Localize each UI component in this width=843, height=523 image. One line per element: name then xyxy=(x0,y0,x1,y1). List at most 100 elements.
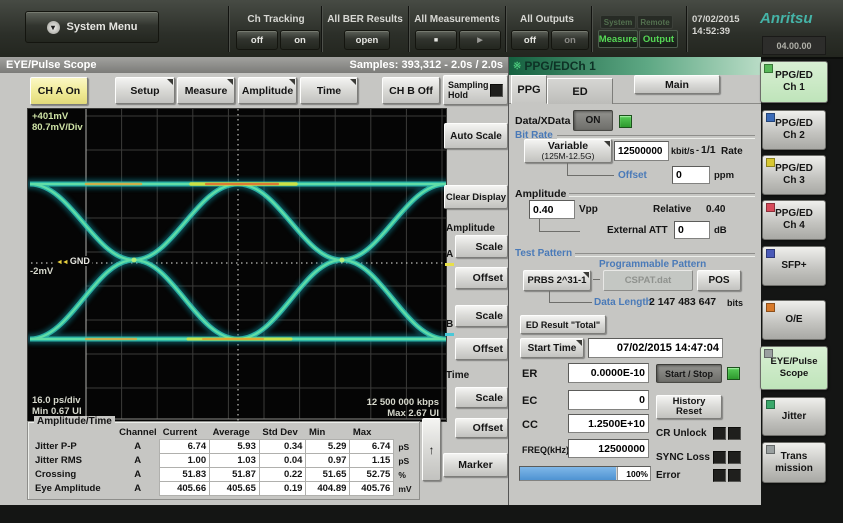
channel-grid-icon: ※ xyxy=(513,61,521,72)
amplitude-section-label: Amplitude xyxy=(515,188,566,200)
all-measurements-stop-button[interactable]: ■ xyxy=(415,30,457,50)
sidebar-item-ppg-ed-ch2[interactable]: PPG/ED Ch 2 xyxy=(762,110,826,150)
oe-color-icon xyxy=(766,303,775,312)
external-att-field[interactable]: 0 xyxy=(674,221,710,239)
samples-status: Samples: 393,312 - 2.0s / 2.0s xyxy=(350,59,504,71)
history-reset-button[interactable]: History Reset xyxy=(656,395,722,419)
time-text: 14:52:39 xyxy=(692,26,740,38)
start-time-button[interactable]: Start Time xyxy=(520,338,584,358)
setup-button[interactable]: Setup xyxy=(115,77,175,104)
scroll-up-button[interactable]: ↑ xyxy=(422,418,441,481)
cr-unlock-indicator xyxy=(713,427,726,440)
remote-indicator: Remote xyxy=(637,15,673,29)
sidebar-item-sfp[interactable]: SFP+ xyxy=(762,246,826,286)
bitrate-ratio: 1/1 xyxy=(701,144,716,156)
amplitude-offset-b-button[interactable]: Offset xyxy=(455,338,508,360)
ch1-color-icon xyxy=(764,64,773,73)
external-att-label: External ATT xyxy=(607,225,668,236)
ch-tracking-off-button[interactable]: off xyxy=(236,30,278,50)
all-ber-open-button[interactable]: open xyxy=(344,30,390,50)
measure-button[interactable]: Measure xyxy=(177,77,235,104)
clear-display-button[interactable]: Clear Display xyxy=(444,185,508,209)
error-label: Error xyxy=(656,470,680,481)
all-measurements-start-button[interactable]: ▶ xyxy=(459,30,501,50)
bitrate-kbps-label: 12 500 000 kbps xyxy=(367,397,439,408)
ch-b-off-button[interactable]: CH B Off xyxy=(382,77,440,104)
col-current: Current xyxy=(160,426,210,440)
sampling-hold-button[interactable]: Sampling Hold xyxy=(443,75,508,105)
system-menu-button[interactable]: ▾ System Menu xyxy=(25,11,159,43)
sidebar-item-transmission[interactable]: Trans mission xyxy=(762,442,826,483)
bitrate-offset-label: Offset xyxy=(618,170,647,181)
amplitude-offset-a-button[interactable]: Offset xyxy=(455,267,508,289)
pattern-file-button[interactable]: CSPAT.dat xyxy=(603,270,693,291)
sidebar-item-ppg-ed-ch1[interactable]: PPG/ED Ch 1 xyxy=(760,61,828,103)
sync-loss-history-indicator xyxy=(728,451,741,464)
col-average: Average xyxy=(210,426,260,440)
ch-a-on-button[interactable]: CH A On xyxy=(30,77,88,105)
ppg-panel-titlebar: ※ PPG/EDCh 1 xyxy=(509,57,761,75)
measure-indicator-button[interactable]: Measure xyxy=(598,30,638,48)
auto-scale-button[interactable]: Auto Scale xyxy=(444,123,508,149)
time-scale-button[interactable]: Scale xyxy=(455,387,508,408)
marker-button[interactable]: Marker xyxy=(443,453,508,477)
bitrate-rate-label: Rate xyxy=(721,146,743,157)
transmission-icon xyxy=(766,445,775,454)
amplitude-button[interactable]: Amplitude xyxy=(238,77,297,104)
measurement-progress-bar: 100% xyxy=(519,466,651,481)
col-max: Max xyxy=(350,426,394,440)
gnd-arrow-icon: ◄◄ xyxy=(56,259,68,266)
tab-ed[interactable]: ED xyxy=(547,78,613,104)
ec-value-field: 0 xyxy=(568,390,649,410)
amplitude-scale-b-button[interactable]: Scale xyxy=(455,305,508,327)
channel-b-label: B xyxy=(446,319,453,330)
prbs-pattern-button[interactable]: PRBS 2^31-1 xyxy=(523,270,591,291)
sidebar-item-oe[interactable]: O/E xyxy=(762,300,826,340)
time-offset-button[interactable]: Offset xyxy=(455,418,508,438)
all-outputs-off-button[interactable]: off xyxy=(511,30,549,50)
sidebar-item-jitter[interactable]: Jitter xyxy=(762,397,826,436)
amplitude-value-field[interactable]: 0.40 xyxy=(529,200,575,219)
sidebar-item-ppg-ed-ch3[interactable]: PPG/ED Ch 3 xyxy=(762,155,826,195)
ed-result-total-button[interactable]: ED Result "Total" xyxy=(520,315,606,334)
freq-value-field: 12500000 xyxy=(568,439,649,458)
ch4-color-icon xyxy=(766,203,775,212)
data-xdata-on-button[interactable]: ON xyxy=(573,110,613,131)
cc-label: CC xyxy=(522,419,538,431)
offset-connector xyxy=(567,163,614,176)
function-sidebar: 04.00.00 PPG/ED Ch 1 PPG/ED Ch 2 PPG/ED … xyxy=(758,32,843,523)
bitrate-value-field[interactable]: 12500000 xyxy=(614,141,669,161)
eye-scope-icon xyxy=(764,349,773,358)
time-button[interactable]: Time xyxy=(300,77,358,104)
bitrate-offset-field[interactable]: 0 xyxy=(672,166,710,184)
system-indicator: System xyxy=(600,15,636,29)
tab-ppg[interactable]: PPG xyxy=(511,75,547,104)
all-outputs-label: All Outputs xyxy=(509,14,585,25)
relative-label: Relative xyxy=(653,204,691,215)
start-stop-led xyxy=(727,367,740,380)
main-button[interactable]: Main xyxy=(634,75,720,94)
sfp-color-icon xyxy=(766,249,775,258)
ch-tracking-on-button[interactable]: on xyxy=(280,30,320,50)
all-ber-label: All BER Results xyxy=(324,14,406,25)
vertical-scale-min: -2mV xyxy=(30,266,53,277)
all-outputs-on-button[interactable]: on xyxy=(551,30,589,50)
gnd-label: GND xyxy=(70,256,90,266)
variable-range: (125M-12.5G) xyxy=(542,151,595,161)
channel-b-color-mark xyxy=(445,333,454,336)
col-std: Std Dev xyxy=(259,426,306,440)
pos-button[interactable]: POS xyxy=(697,270,741,291)
anritsu-analyzer-screen: ▾ System Menu Ch Tracking off on All BER… xyxy=(0,0,843,523)
bitrate-variable-button[interactable]: Variable (125M-12.5G) xyxy=(524,139,612,163)
pattern-connector xyxy=(593,279,600,280)
output-indicator-button[interactable]: Output xyxy=(639,30,678,48)
date-text: 07/02/2015 xyxy=(692,14,740,26)
sidebar-item-eye-pulse-scope[interactable]: EYE/Pulse Scope xyxy=(760,346,828,390)
topbar-separator xyxy=(505,6,507,52)
ppg-panel-title: PPG/EDCh 1 xyxy=(524,59,595,73)
programmable-pattern-label: Programmable Pattern xyxy=(599,259,706,270)
amplitude-scale-a-button[interactable]: Scale xyxy=(455,235,508,258)
results-table: Channel Current Average Std Dev Min Max … xyxy=(32,426,419,496)
sidebar-item-ppg-ed-ch4[interactable]: PPG/ED Ch 4 xyxy=(762,200,826,240)
start-stop-button[interactable]: Start / Stop xyxy=(656,364,722,383)
